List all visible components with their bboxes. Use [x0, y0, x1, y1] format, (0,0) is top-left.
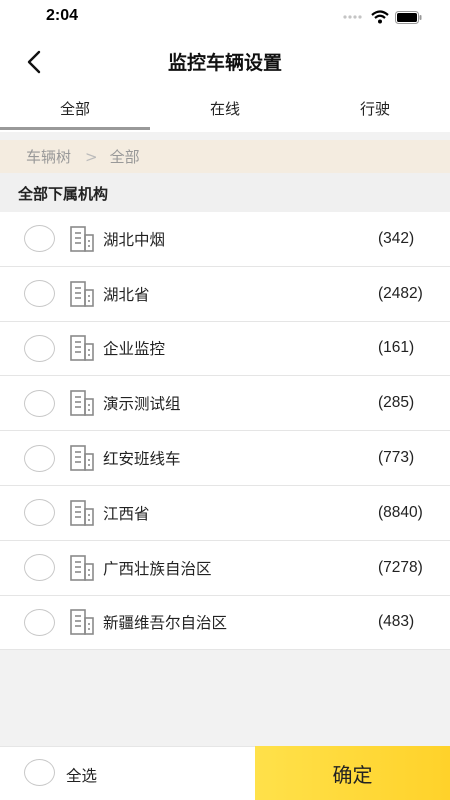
org-radio[interactable]: [24, 554, 55, 582]
building-icon: [70, 445, 94, 471]
org-count: (285): [378, 394, 415, 412]
tab-bar: 全部 在线 行驶: [0, 88, 450, 132]
org-count: (773): [378, 449, 415, 467]
status-icons: [343, 9, 422, 25]
org-name: 红安班线车: [103, 450, 181, 469]
breadcrumb-root[interactable]: 车辆树: [26, 146, 71, 167]
org-list-item[interactable]: 演示测试组 (285): [0, 376, 450, 432]
status-time: 2:04: [46, 7, 79, 24]
confirm-button[interactable]: 确定: [255, 746, 450, 800]
org-radio[interactable]: [24, 334, 55, 362]
building-icon: [70, 335, 94, 362]
org-list-item[interactable]: 企业监控 (161): [0, 322, 450, 377]
breadcrumb-current: 全部: [109, 148, 140, 166]
org-name: 江西省: [103, 504, 150, 523]
org-count: (161): [378, 339, 415, 357]
signal-icon: [343, 15, 362, 19]
building-icon: [70, 390, 94, 417]
org-radio[interactable]: [24, 499, 55, 527]
org-name: 湖北中烟: [103, 230, 166, 249]
org-radio[interactable]: [24, 225, 55, 253]
nav-bar: 监控车辆设置: [0, 34, 450, 88]
wifi-icon: [371, 10, 389, 24]
select-all-radio[interactable]: [24, 759, 55, 786]
org-list-item[interactable]: 广西壮族自治区 (7278): [0, 541, 450, 596]
org-radio[interactable]: [24, 280, 55, 308]
org-radio[interactable]: [24, 608, 55, 636]
org-count: (2482): [378, 284, 423, 302]
org-radio[interactable]: [24, 389, 55, 417]
org-name: 演示测试组: [103, 395, 181, 414]
bottom-bar: 全选 确定: [0, 746, 450, 800]
org-count: (342): [378, 229, 415, 247]
status-bar: 2:04: [0, 0, 450, 34]
building-icon: [70, 280, 94, 307]
org-count: (7278): [378, 558, 423, 576]
breadcrumb-separator: >: [85, 147, 98, 166]
tab-online[interactable]: 在线: [150, 88, 300, 132]
building-icon: [70, 554, 94, 581]
org-list-item[interactable]: 新疆维吾尔自治区 (483): [0, 596, 450, 651]
org-list-item[interactable]: 江西省 (8840): [0, 486, 450, 541]
org-count: (8840): [378, 503, 423, 521]
select-all-label: 全选: [66, 767, 98, 785]
org-count: (483): [378, 613, 415, 631]
building-icon: [70, 226, 94, 252]
building-icon: [70, 609, 94, 636]
org-name: 新疆维吾尔自治区: [103, 614, 228, 633]
select-all-toggle[interactable]: 全选: [0, 747, 255, 800]
org-list-item[interactable]: 红安班线车 (773): [0, 431, 450, 486]
organization-list: 湖北中烟 (342) 湖北省 (2482) 企业监控 (161) 演示测试组 (285) 红安班…: [0, 212, 450, 651]
battery-icon: [395, 10, 422, 24]
building-icon: [70, 500, 94, 526]
org-list-item[interactable]: 湖北中烟 (342): [0, 212, 450, 267]
org-name: 企业监控: [103, 340, 166, 359]
org-list-item[interactable]: 湖北省 (2482): [0, 267, 450, 322]
org-radio[interactable]: [24, 444, 55, 472]
org-name: 广西壮族自治区: [103, 559, 212, 578]
org-name: 湖北省: [103, 285, 150, 304]
breadcrumb: 车辆树 > 全部: [0, 140, 450, 173]
section-header: 全部下属机构: [0, 173, 450, 212]
tab-driving[interactable]: 行驶: [300, 88, 450, 132]
page-title: 监控车辆设置: [167, 52, 282, 74]
tab-all[interactable]: 全部: [0, 88, 150, 132]
